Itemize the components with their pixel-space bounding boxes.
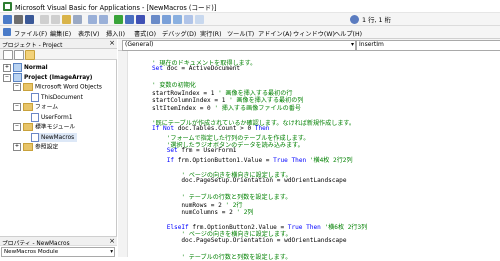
- copy-icon[interactable]: [51, 15, 60, 24]
- menu-window[interactable]: ウィンドウ(W): [293, 29, 335, 38]
- tree-item-thisdocument[interactable]: ThisDocument: [31, 93, 83, 102]
- find-icon[interactable]: [73, 15, 82, 24]
- collapse-icon[interactable]: −: [3, 73, 11, 82]
- tree-item-standard-modules[interactable]: − 標準モジュール: [13, 123, 75, 132]
- code-line[interactable]: doc.PageSetup.Orientation = wdOrientLand…: [152, 237, 346, 244]
- menu-tools[interactable]: ツール(T): [227, 29, 254, 38]
- menu-view[interactable]: 表示(V): [78, 29, 99, 38]
- tree-item-newmacros[interactable]: NewMacros: [31, 133, 78, 142]
- menu-file[interactable]: ファイル(F): [14, 29, 47, 38]
- cursor-position-status: 1 行, 1 桁: [362, 16, 392, 24]
- window-title: Microsoft Visual Basic for Applications …: [15, 4, 217, 12]
- menu-help[interactable]: ヘルプ(H): [334, 29, 362, 38]
- paste-icon[interactable]: [62, 15, 71, 24]
- design-mode-icon[interactable]: [151, 15, 160, 24]
- view-code-icon[interactable]: [3, 50, 13, 60]
- chevron-down-icon: ▾: [350, 41, 354, 48]
- tree-item-userform1[interactable]: UserForm1: [31, 113, 73, 122]
- view-object-icon[interactable]: [14, 50, 24, 60]
- tree-item-references[interactable]: + 参照設定: [13, 143, 58, 152]
- object-browser-icon[interactable]: [184, 15, 193, 24]
- help-icon[interactable]: [350, 15, 359, 24]
- object-dropdown[interactable]: (General) ▾: [122, 40, 356, 51]
- code-line[interactable]: If Not doc.Tables.Count > 0 Then: [152, 125, 269, 132]
- folder-icon: [23, 123, 33, 131]
- chevron-down-icon: ▾: [110, 249, 113, 255]
- folder-icon: [23, 103, 33, 111]
- code-window-header: (General) ▾ InsertIm: [118, 39, 500, 51]
- code-line[interactable]: doc.PageSetup.Orientation = wdOrientLand…: [152, 177, 346, 184]
- menu-format[interactable]: 書式(O): [134, 29, 156, 38]
- redo-icon[interactable]: [99, 15, 108, 24]
- menu-debug[interactable]: デバッグ(D): [162, 29, 196, 38]
- run-icon[interactable]: [114, 15, 123, 24]
- vba-app-icon: [3, 2, 12, 11]
- undo-icon[interactable]: [88, 15, 97, 24]
- expand-icon[interactable]: +: [13, 143, 21, 151]
- collapse-icon[interactable]: −: [13, 123, 21, 131]
- view-word-icon[interactable]: [3, 15, 12, 24]
- project-pane-toolbar: [0, 49, 117, 60]
- standard-toolbar: 1 行, 1 桁: [0, 13, 500, 26]
- properties-object-select[interactable]: NewMacros Module ▾: [1, 247, 115, 257]
- close-icon[interactable]: ×: [109, 39, 115, 47]
- properties-pane-header: プロパティ - NewMacros ×: [0, 236, 117, 247]
- close-icon[interactable]: ×: [109, 237, 115, 245]
- cut-icon[interactable]: [40, 15, 49, 24]
- menu-bar: ファイル(F) 編集(E) 表示(V) 挿入(I) 書式(O) デバッグ(D) …: [0, 26, 500, 39]
- menu-run[interactable]: 実行(R): [200, 29, 222, 38]
- project-explorer-icon[interactable]: [162, 15, 171, 24]
- code-line[interactable]: numColumns = 2 ' 2列: [152, 207, 253, 216]
- module-icon: [31, 133, 39, 142]
- project-pane-header: プロジェクト - Project ×: [0, 39, 117, 49]
- document-icon: [31, 93, 39, 102]
- properties-pane-body: NewMacros Module ▾: [0, 245, 117, 257]
- menu-addins[interactable]: アドイン(A): [258, 29, 292, 38]
- save-icon[interactable]: [25, 15, 34, 24]
- menu-edit[interactable]: 編集(E): [50, 29, 71, 38]
- tree-item-word-objects[interactable]: − Microsoft Word Objects: [13, 83, 102, 92]
- expand-icon[interactable]: +: [3, 63, 11, 72]
- tree-item-normal[interactable]: + Normal: [3, 63, 48, 72]
- folder-icon: [23, 143, 33, 151]
- code-line[interactable]: Set doc = ActiveDocument: [152, 65, 240, 72]
- code-line[interactable]: Set frm = UserForm1: [152, 147, 237, 154]
- menu-insert[interactable]: 挿入(I): [106, 29, 125, 38]
- word-icon[interactable]: [3, 28, 11, 36]
- insert-userform-icon[interactable]: [14, 15, 23, 24]
- toolbox-icon[interactable]: [195, 15, 204, 24]
- tree-item-forms[interactable]: − フォーム: [13, 103, 58, 112]
- code-line[interactable]: If frm.OptionButton1.Value = True Then '…: [152, 155, 353, 164]
- properties-window-icon[interactable]: [173, 15, 182, 24]
- break-icon[interactable]: [125, 15, 134, 24]
- toggle-folders-icon[interactable]: [25, 50, 35, 60]
- reset-icon[interactable]: [136, 15, 145, 24]
- code-gutter: [118, 51, 128, 257]
- collapse-icon[interactable]: −: [13, 103, 21, 111]
- folder-icon: [23, 83, 33, 91]
- code-line[interactable]: sltItemIndex = 0 ' 挿入する画像ファイルの番号: [152, 103, 301, 112]
- code-line[interactable]: ' テーブルの行数と列数を設定します。: [152, 252, 291, 261]
- userform-icon: [31, 113, 39, 122]
- project-tree: + Normal − Project (ImageArray) − Microsoft…: [0, 60, 117, 236]
- procedure-dropdown[interactable]: InsertIm: [356, 40, 500, 51]
- collapse-icon[interactable]: −: [13, 83, 21, 91]
- project-icon: [13, 63, 22, 72]
- project-icon: [13, 73, 22, 82]
- tree-item-project[interactable]: − Project (ImageArray): [3, 73, 92, 82]
- title-bar: Microsoft Visual Basic for Applications …: [0, 0, 500, 13]
